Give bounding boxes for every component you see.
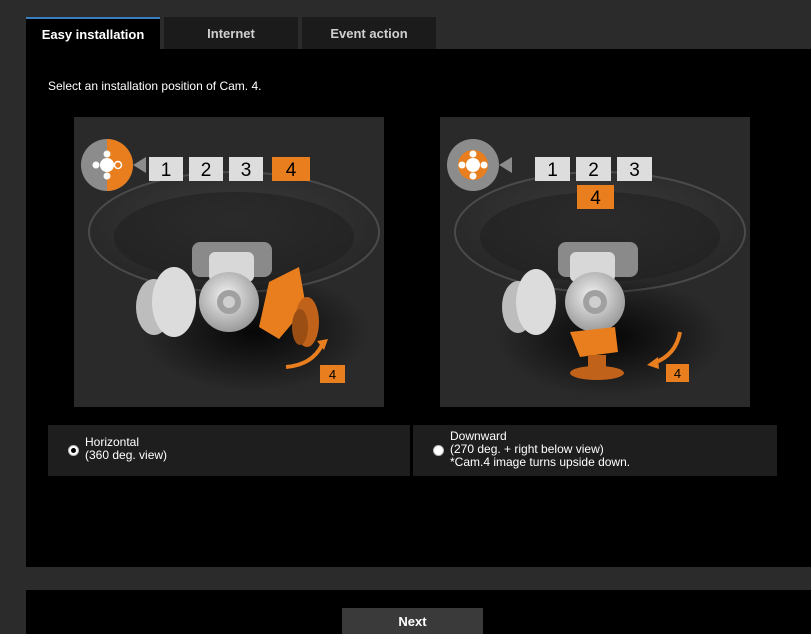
horizontal-label: Horizontal (360 deg. view)	[85, 435, 168, 462]
downward-label: Downward (270 deg. + right below view) *…	[450, 429, 631, 469]
next-button[interactable]: Next	[342, 608, 483, 634]
cam-number-3: 3	[241, 160, 252, 181]
cam-number-2: 2	[201, 160, 212, 181]
instruction-text: Select an installation position of Cam. …	[48, 79, 262, 93]
tab-event-action[interactable]: Event action	[302, 17, 436, 49]
horizontal-illustration[interactable]: 4 1 2 3 4	[74, 117, 384, 407]
option-downward[interactable]: Downward (270 deg. + right below view) *…	[413, 425, 777, 476]
cam-number-4: 4	[590, 188, 601, 209]
cam-number-1: 1	[547, 160, 558, 181]
cam-number-1: 1	[161, 160, 172, 181]
downward-illustration[interactable]: 4 1 2 3 4	[440, 117, 750, 407]
tab-easy-installation[interactable]: Easy installation	[26, 17, 160, 49]
cam-number-3: 3	[629, 160, 640, 181]
downward-radio[interactable]	[433, 445, 444, 456]
cam-number-4: 4	[286, 160, 297, 181]
tab-internet[interactable]: Internet	[164, 17, 298, 49]
horizontal-radio[interactable]	[68, 445, 79, 456]
cam-number-2: 2	[588, 160, 599, 181]
arrow-badge-label: 4	[674, 366, 681, 381]
option-horizontal[interactable]: Horizontal (360 deg. view)	[48, 425, 410, 476]
arrow-badge-label: 4	[329, 367, 336, 382]
